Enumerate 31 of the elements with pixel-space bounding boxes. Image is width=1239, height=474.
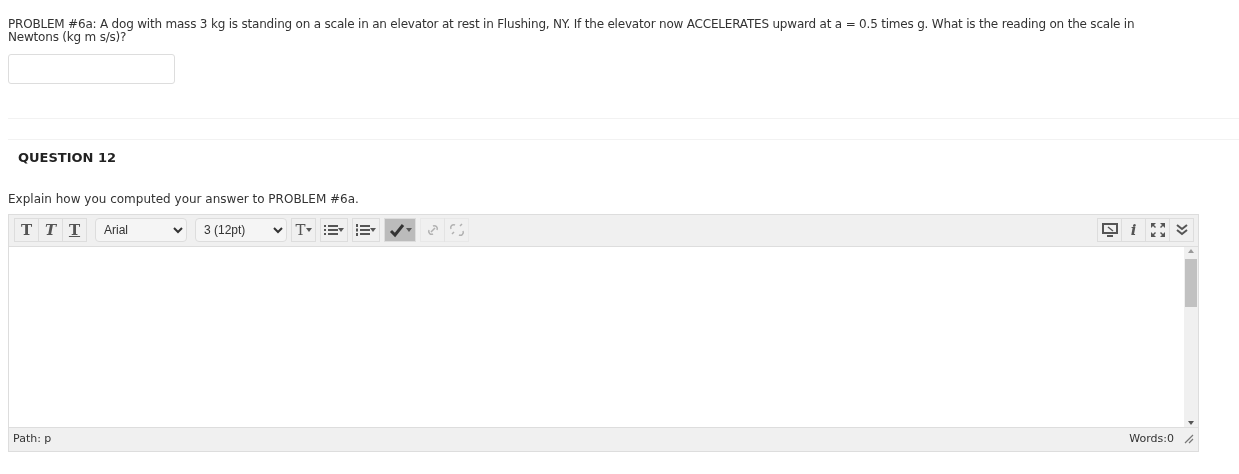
more-button[interactable] [1169, 218, 1194, 243]
font-select[interactable]: Arial [95, 218, 187, 243]
italic-button[interactable]: T [38, 218, 63, 243]
double-chevron-icon [1175, 224, 1188, 237]
broken-link-icon [448, 223, 465, 238]
resize-grip-icon[interactable] [1184, 434, 1194, 445]
bold-button[interactable]: T [14, 218, 39, 243]
monitor-icon [1101, 222, 1118, 238]
problem-text: PROBLEM #6a: A dog with mass 3 kg is standing on a scale in an elevator at rest in Flushing, NY. If the elevator now ACCELERATES upward at a = 0.5 times g. What is the reading on the scale in Newtons (kg m s/s)? [8, 18, 1136, 45]
scroll-down-icon[interactable] [1187, 418, 1195, 427]
link-icon [425, 223, 440, 238]
underline-button[interactable]: T [62, 218, 87, 243]
question-prompt: Explain how you computed your answer to PROBLEM #6a. [8, 190, 360, 208]
info-button[interactable]: i [1121, 218, 1146, 243]
size-select[interactable]: 3 (12pt) [195, 218, 287, 243]
spellcheck-button[interactable] [384, 218, 416, 243]
numbered-list-button[interactable] [352, 218, 380, 243]
text-color-button[interactable]: T [291, 218, 316, 243]
bullet-list-button[interactable] [320, 218, 348, 243]
answer-field[interactable] [8, 54, 175, 85]
path-label: Path: p [13, 431, 52, 448]
fullscreen-button[interactable] [1145, 218, 1170, 243]
question-title: QUESTION 12 [17, 149, 118, 168]
checkmark-icon [388, 222, 406, 239]
scrollbar[interactable] [1184, 246, 1198, 427]
fullscreen-icon [1150, 223, 1165, 238]
word-count: Words:0 [1129, 431, 1174, 448]
list-icon [324, 224, 338, 237]
numbered-list-icon [356, 224, 370, 237]
preview-button[interactable] [1097, 218, 1122, 243]
scrollbar-thumb[interactable] [1185, 258, 1197, 307]
